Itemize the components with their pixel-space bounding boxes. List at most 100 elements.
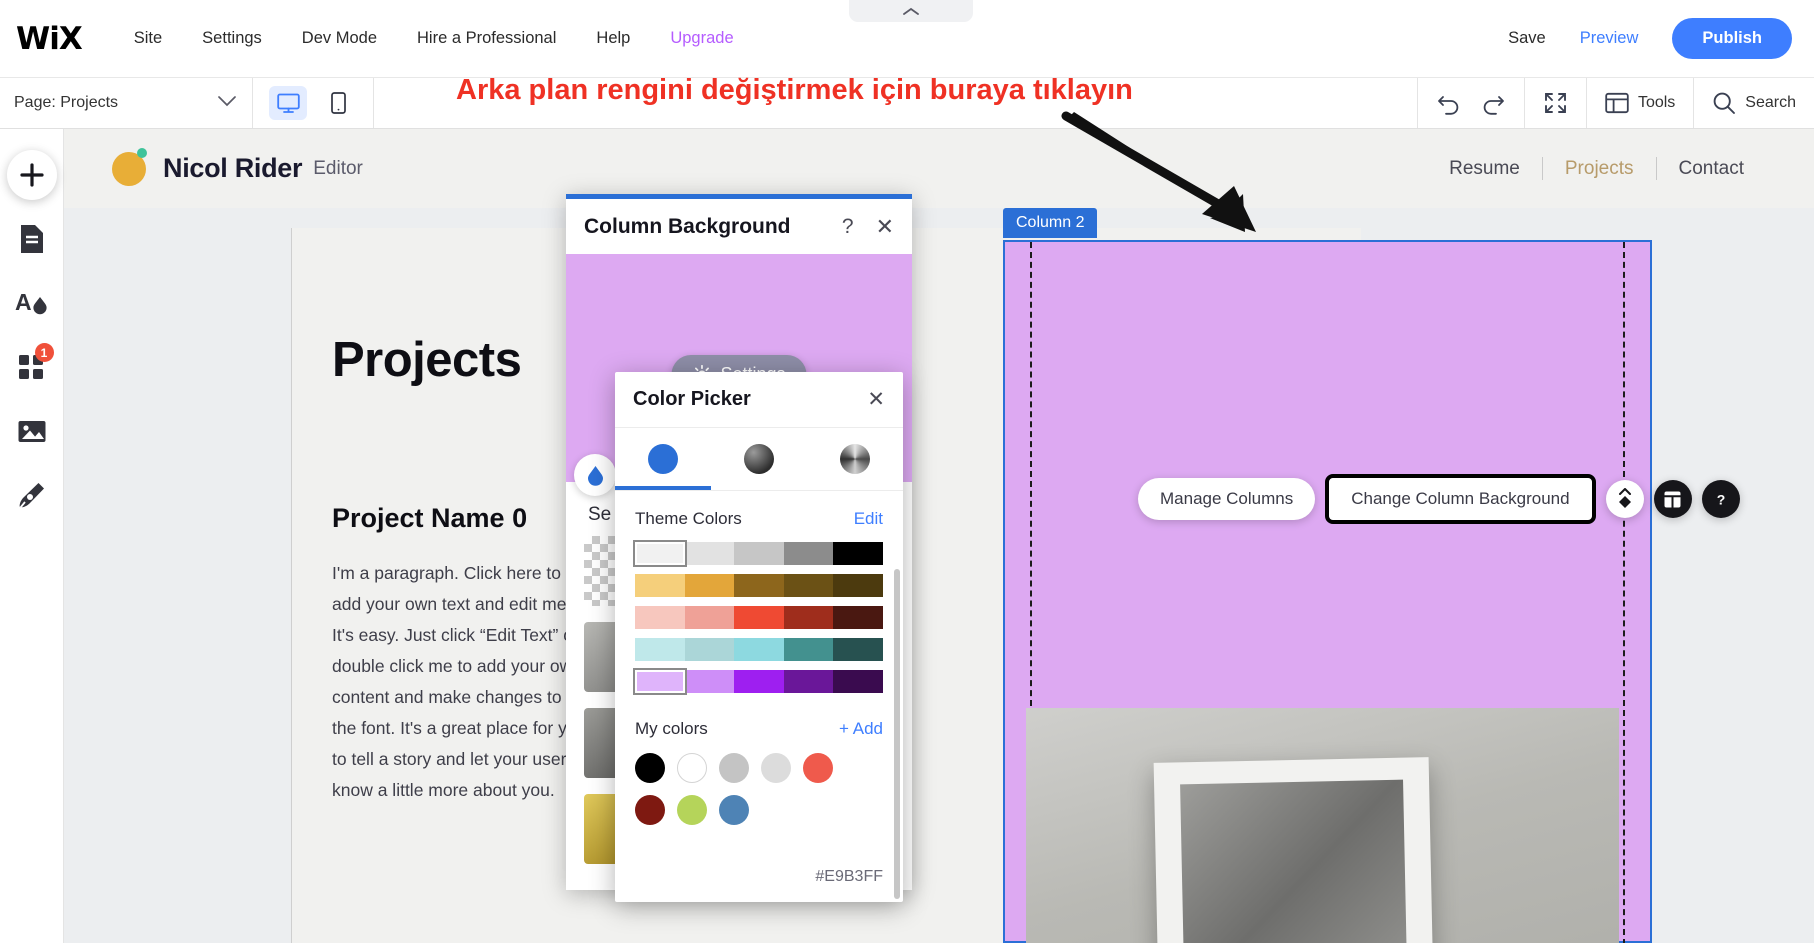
- theme-swatch[interactable]: [783, 574, 834, 597]
- theme-swatch[interactable]: [734, 606, 784, 629]
- add-color-link[interactable]: + Add: [839, 719, 883, 739]
- manage-columns-button[interactable]: Manage Columns: [1138, 478, 1316, 520]
- site-nav-item-resume[interactable]: Resume: [1427, 158, 1542, 180]
- sidebar-item-theme[interactable]: A: [4, 275, 60, 331]
- theme-swatch-selected[interactable]: [635, 670, 685, 693]
- project-paragraph[interactable]: I'm a paragraph. Click here to add your …: [332, 558, 587, 806]
- tools-button[interactable]: Tools: [1605, 92, 1675, 114]
- site-brand-name: Nicol Rider: [163, 153, 303, 183]
- animation-icon: [1618, 488, 1631, 508]
- desktop-view-button[interactable]: [269, 86, 307, 120]
- my-color-swatch[interactable]: [635, 795, 665, 825]
- my-color-swatch[interactable]: [719, 795, 749, 825]
- sidebar-item-apps[interactable]: 1: [4, 339, 60, 395]
- search-button[interactable]: Search: [1712, 91, 1796, 115]
- theme-swatch[interactable]: [833, 670, 883, 693]
- theme-swatch[interactable]: [635, 542, 685, 565]
- svg-text:A: A: [15, 289, 32, 315]
- theme-swatch[interactable]: [684, 606, 735, 629]
- column-image[interactable]: [1026, 708, 1619, 943]
- page-title[interactable]: Projects: [332, 332, 522, 388]
- theme-swatch[interactable]: [734, 670, 784, 693]
- theme-swatch[interactable]: [783, 670, 834, 693]
- theme-swatch[interactable]: [635, 574, 685, 597]
- color-picker-scrollbar[interactable]: [894, 569, 900, 899]
- my-color-swatch[interactable]: [761, 753, 791, 783]
- top-nav-item-dev-mode[interactable]: Dev Mode: [302, 29, 377, 48]
- pattern-tab[interactable]: [807, 428, 903, 490]
- zoom-group: [1523, 78, 1586, 128]
- tools-group: Tools: [1585, 78, 1693, 128]
- top-nav-item-hire-professional[interactable]: Hire a Professional: [417, 29, 556, 48]
- theme-swatch[interactable]: [833, 574, 883, 597]
- page-selector[interactable]: Page: Projects: [0, 78, 253, 128]
- site-nav-item-contact[interactable]: Contact: [1657, 158, 1766, 180]
- color-droplet-button[interactable]: [574, 454, 616, 496]
- theme-swatch[interactable]: [684, 574, 735, 597]
- theme-swatch[interactable]: [783, 606, 834, 629]
- sidebar-item-pages[interactable]: [4, 211, 60, 267]
- save-button[interactable]: Save: [1508, 29, 1546, 48]
- theme-swatch[interactable]: [684, 670, 735, 693]
- preview-button[interactable]: Preview: [1580, 29, 1639, 48]
- my-color-swatch[interactable]: [719, 753, 749, 783]
- my-color-swatch[interactable]: [635, 753, 665, 783]
- chevron-down-icon: [218, 94, 236, 112]
- sidebar-item-blog[interactable]: [4, 467, 60, 523]
- theme-swatch[interactable]: [783, 542, 834, 565]
- redo-button[interactable]: [1480, 91, 1506, 115]
- panel-collapse-handle[interactable]: [849, 0, 973, 22]
- mobile-view-button[interactable]: [319, 86, 357, 120]
- gradient-tab[interactable]: [711, 428, 807, 490]
- avatar[interactable]: [112, 147, 147, 186]
- panel-header-actions: ? ✕: [842, 215, 894, 239]
- top-nav-item-settings[interactable]: Settings: [202, 29, 262, 48]
- publish-button[interactable]: Publish: [1672, 18, 1792, 59]
- theme-swatch[interactable]: [734, 638, 784, 661]
- wix-logo[interactable]: WiX: [16, 21, 83, 57]
- my-color-swatch[interactable]: [803, 753, 833, 783]
- pattern-swatch-icon: [840, 444, 870, 474]
- help-button[interactable]: ?: [1701, 480, 1740, 518]
- column-layout-button[interactable]: [1653, 480, 1692, 518]
- change-column-background-button[interactable]: Change Column Background: [1329, 478, 1592, 520]
- theme-swatch[interactable]: [783, 638, 834, 661]
- hex-value: #E9B3FF: [815, 868, 883, 885]
- site-brand-role: Editor: [313, 157, 363, 179]
- edit-theme-colors-link[interactable]: Edit: [854, 509, 883, 529]
- zoom-out-button[interactable]: [1543, 91, 1568, 115]
- animation-button[interactable]: [1605, 480, 1644, 518]
- theme-swatch[interactable]: [833, 606, 883, 629]
- theme-swatch[interactable]: [684, 638, 735, 661]
- plus-icon: [19, 163, 44, 187]
- theme-swatch[interactable]: [833, 542, 883, 565]
- undo-button[interactable]: [1436, 91, 1462, 115]
- my-color-swatch[interactable]: [677, 753, 707, 783]
- redo-icon: [1483, 96, 1504, 115]
- sidebar-item-add[interactable]: [4, 147, 60, 203]
- zoom-out-icon: [1544, 93, 1566, 113]
- apps-badge: 1: [34, 343, 54, 362]
- close-icon[interactable]: ✕: [876, 215, 894, 238]
- site-nav-item-projects[interactable]: Projects: [1543, 158, 1656, 180]
- my-color-swatch[interactable]: [677, 795, 707, 825]
- sidebar-item-media[interactable]: [4, 403, 60, 459]
- theme-swatch[interactable]: [734, 574, 784, 597]
- theme-color-row: [635, 638, 883, 661]
- panel-title: Column Background: [584, 214, 791, 238]
- theme-swatch[interactable]: [833, 638, 883, 661]
- history-group: [1416, 78, 1524, 128]
- theme-swatch[interactable]: [734, 542, 784, 565]
- top-nav-item-upgrade[interactable]: Upgrade: [670, 29, 733, 48]
- undo-icon: [1438, 96, 1459, 115]
- theme-swatch[interactable]: [635, 638, 685, 661]
- theme-swatch[interactable]: [684, 542, 735, 565]
- close-icon[interactable]: ✕: [867, 389, 885, 410]
- top-nav-item-site[interactable]: Site: [134, 29, 162, 48]
- top-nav-item-help[interactable]: Help: [596, 29, 630, 48]
- theme-swatch[interactable]: [635, 606, 685, 629]
- question-mark-icon[interactable]: ?: [842, 215, 854, 239]
- solid-color-tab[interactable]: [615, 428, 711, 490]
- project-name-heading[interactable]: Project Name 0: [332, 503, 527, 534]
- theme-colors-row: Theme Colors Edit: [635, 509, 883, 529]
